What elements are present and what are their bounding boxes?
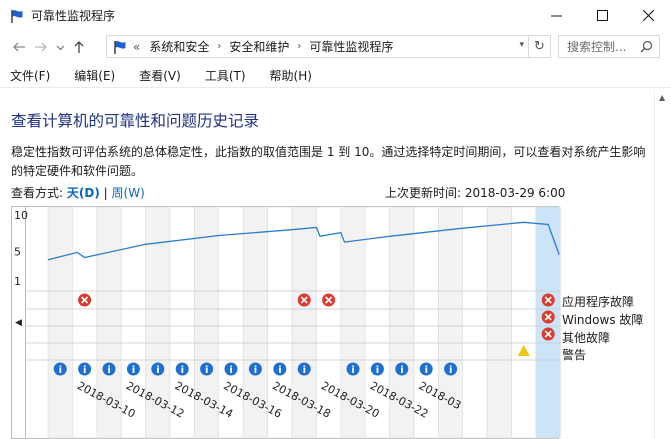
refresh-button[interactable]: ↻ (528, 36, 550, 57)
reliability-flag-icon (11, 9, 23, 23)
forward-arrow-icon (35, 42, 47, 52)
vertical-scrollbar[interactable]: ▲ (654, 89, 671, 439)
recent-locations-button[interactable] (52, 35, 68, 59)
info-i-glyph: i (205, 365, 208, 376)
y-tick-label: 5 (14, 246, 21, 259)
address-history-dropdown-icon[interactable]: ▾ (519, 40, 524, 50)
breadcrumb-overflow[interactable]: « (133, 40, 140, 54)
day-column[interactable] (486, 206, 512, 439)
menu-bar: 文件(F) 编辑(E) 查看(V) 工具(T) 帮助(H) (0, 64, 671, 88)
info-i-glyph: i (376, 365, 379, 376)
info-i-glyph: i (449, 365, 452, 376)
row-label-windows-failures: Windows 故障 (562, 313, 644, 327)
title-bar: 可靠性监视程序 (0, 0, 671, 31)
view-by-label: 查看方式: (11, 186, 64, 200)
info-i-glyph: i (425, 365, 428, 376)
breadcrumb-system-security[interactable]: 系统和安全 (149, 38, 209, 55)
y-tick-label: 1 (14, 275, 21, 288)
main-content: 查看计算机的可靠性和问题历史记录 稳定性指数可评估系统的总体稳定性，此指数的取值… (0, 89, 654, 439)
view-by-week-link[interactable]: 周(W) (112, 186, 145, 200)
breadcrumb-separator-icon[interactable]: › (217, 41, 221, 52)
scroll-left-arrow-icon[interactable]: ◀ (15, 318, 22, 328)
menu-help[interactable]: 帮助(H) (260, 67, 312, 84)
view-by-switch: 查看方式: 天(D) | 周(W) (11, 184, 145, 201)
close-icon (642, 10, 654, 21)
info-i-glyph: i (400, 365, 403, 376)
back-button[interactable] (8, 35, 30, 59)
info-i-glyph: i (132, 365, 135, 376)
breadcrumb-separator-icon[interactable]: › (297, 41, 301, 52)
page-description: 稳定性指数可评估系统的总体稳定性，此指数的取值范围是 1 到 10。通过选择特定… (11, 145, 646, 178)
chevron-down-icon (56, 45, 64, 50)
minimize-button[interactable] (533, 0, 579, 31)
back-arrow-icon (13, 42, 25, 52)
close-button[interactable] (625, 0, 671, 31)
up-arrow-icon (74, 41, 84, 53)
row-label-app-failures: 应用程序故障 (562, 295, 635, 309)
day-column[interactable] (462, 206, 488, 439)
view-by-day-link[interactable]: 天(D) (67, 186, 100, 200)
last-update-time: 上次更新时间: 2018-03-29 6:00 (385, 186, 566, 200)
row-label-misc-failures: 其他故障 (562, 331, 611, 345)
breadcrumb-reliability-monitor[interactable]: 可靠性监视程序 (309, 38, 393, 55)
day-column[interactable] (72, 206, 98, 439)
row-label-warnings: 警告 (562, 348, 587, 362)
breadcrumb-security-maintenance[interactable]: 安全和维护 (229, 38, 289, 55)
info-i-glyph: i (181, 365, 184, 376)
reliability-flag-icon (114, 40, 126, 54)
info-i-glyph: i (278, 365, 281, 376)
window-title: 可靠性监视程序 (31, 9, 116, 23)
info-i-glyph: i (156, 365, 159, 376)
minimize-icon (550, 15, 562, 17)
search-icon (640, 40, 653, 53)
info-i-glyph: i (351, 365, 354, 376)
maximize-icon (596, 10, 608, 21)
search-placeholder: 搜索控制... (567, 40, 627, 54)
view-by-separator: | (103, 186, 108, 200)
reliability-chart-svg[interactable]: ◀▶1051iiiiiiiiiiiiiiii2018-03-102018-03-… (11, 206, 651, 439)
day-column[interactable] (511, 206, 537, 439)
menu-tools[interactable]: 工具(T) (195, 67, 246, 84)
menu-file[interactable]: 文件(F) (0, 67, 50, 84)
address-bar[interactable]: « 系统和安全 › 安全和维护 › 可靠性监视程序 ▾ ↻ (106, 35, 551, 58)
maximize-button[interactable] (579, 0, 625, 31)
info-i-glyph: i (59, 365, 62, 376)
info-i-glyph: i (254, 365, 257, 376)
navigation-bar: « 系统和安全 › 安全和维护 › 可靠性监视程序 ▾ ↻ 搜索控制... (0, 31, 671, 63)
menu-edit[interactable]: 编辑(E) (64, 67, 115, 84)
y-tick-label: 10 (14, 209, 28, 222)
info-i-glyph: i (229, 365, 232, 376)
info-i-glyph: i (83, 365, 86, 376)
menu-view[interactable]: 查看(V) (129, 67, 181, 84)
search-input[interactable]: 搜索控制... (558, 35, 660, 58)
up-button[interactable] (68, 35, 90, 59)
scroll-up-arrow-icon[interactable]: ▲ (659, 93, 665, 102)
info-i-glyph: i (107, 365, 110, 376)
forward-button[interactable] (30, 35, 52, 59)
day-column[interactable] (47, 206, 73, 439)
info-i-glyph: i (303, 365, 306, 376)
reliability-chart[interactable]: ◀▶1051iiiiiiiiiiiiiiii2018-03-102018-03-… (11, 206, 651, 439)
page-title: 查看计算机的可靠性和问题历史记录 (11, 112, 260, 130)
